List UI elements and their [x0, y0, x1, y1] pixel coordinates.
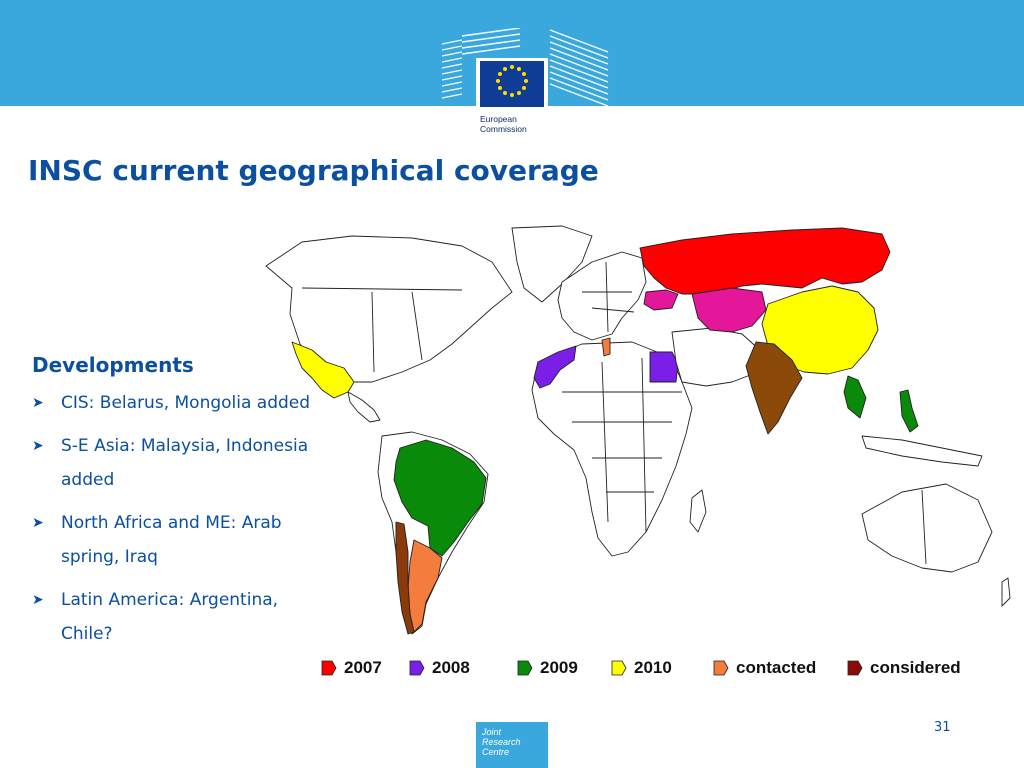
legend-swatch-icon	[847, 660, 863, 676]
world-coverage-map	[262, 222, 1012, 652]
cis-west-shape	[643, 289, 679, 311]
jrc-text-line1: Joint	[482, 727, 502, 737]
arrow-bullet-icon: ➤	[32, 515, 44, 531]
legend-item-2010: 2010	[610, 658, 672, 678]
legend-label: 2008	[432, 658, 470, 677]
jrc-logo-text: Joint Research Centre	[482, 727, 521, 757]
arrow-bullet-icon: ➤	[32, 395, 44, 411]
list-item: ➤ North Africa and ME: Arab spring, Iraq	[32, 506, 332, 574]
developments-heading: Developments	[32, 353, 194, 377]
egypt-shape	[649, 351, 679, 383]
legend-item-2007: 2007	[320, 658, 382, 678]
russia-shape	[639, 227, 891, 295]
list-item: ➤ S-E Asia: Malaysia, Indonesia added	[32, 429, 332, 497]
legend-label: 2010	[634, 658, 672, 677]
legend-item-contacted: contacted	[712, 658, 816, 678]
logo-text-line1: European	[480, 114, 517, 124]
legend-swatch-icon	[409, 660, 425, 676]
legend-item-2009: 2009	[516, 658, 578, 678]
legend-swatch-icon	[517, 660, 533, 676]
list-item: ➤ Latin America: Argentina, Chile?	[32, 583, 332, 651]
legend-item-2008: 2008	[408, 658, 470, 678]
legend-item-considered: considered	[846, 658, 961, 678]
central-asia-shape	[691, 287, 767, 333]
argentina-shape	[407, 539, 443, 633]
legend-swatch-icon	[321, 660, 337, 676]
european-commission-logo: European Commission	[440, 27, 610, 140]
middle-east-shape	[671, 327, 763, 387]
legend-swatch-icon	[611, 660, 627, 676]
arrow-bullet-icon: ➤	[32, 438, 44, 454]
logo-text-line2: Commission	[480, 124, 527, 134]
legend-label: considered	[870, 658, 961, 677]
developments-list: ➤ CIS: Belarus, Mongolia added ➤ S-E Asia:…	[32, 386, 332, 660]
arrow-bullet-icon: ➤	[32, 592, 44, 608]
page-number: 31	[934, 720, 951, 735]
list-item-text: CIS: Belarus, Mongolia added	[61, 393, 311, 413]
australia-shape	[861, 483, 993, 573]
legend-label: 2007	[344, 658, 382, 677]
philippines-shape	[899, 389, 919, 433]
legend-swatch-icon	[713, 660, 729, 676]
list-item-text: S-E Asia: Malaysia, Indonesia added	[61, 436, 309, 490]
jrc-text-line3: Centre	[482, 747, 510, 757]
jrc-logo: Joint Research Centre	[476, 722, 548, 768]
list-item-text: North Africa and ME: Arab spring, Iraq	[61, 513, 282, 567]
jrc-text-line2: Research	[482, 737, 521, 747]
southeast-asia-shape	[843, 375, 867, 419]
list-item: ➤ CIS: Belarus, Mongolia added	[32, 386, 332, 420]
legend-label: contacted	[736, 658, 817, 677]
legend-label: 2009	[540, 658, 578, 677]
slide-title: INSC current geographical coverage	[28, 154, 599, 187]
list-item-text: Latin America: Argentina, Chile?	[61, 590, 279, 644]
